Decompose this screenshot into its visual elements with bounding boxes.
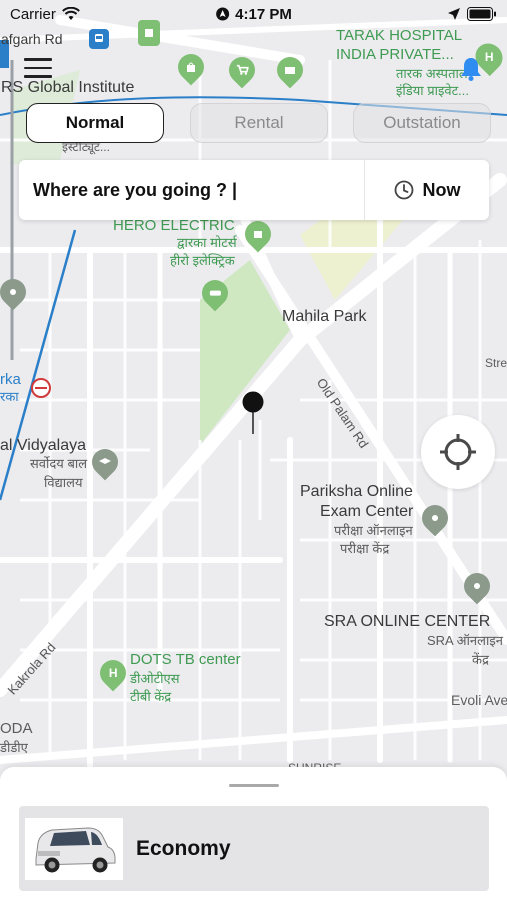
map-label-hero-hindi: द्वारका मोटर्स <box>177 235 237 250</box>
bus-stop-marker[interactable] <box>89 29 109 49</box>
map-label-pariksha-hindi-2: परीक्षा केंद्र <box>340 541 390 556</box>
map-label-sra-center: SRA ONLINE CENTER <box>324 613 491 630</box>
map-label-evoli: Evoli Ave <box>451 692 507 708</box>
status-time: 4:17 PM <box>235 5 292 23</box>
vehicle-name: Economy <box>136 836 231 860</box>
destination-search-box: Now <box>19 160 489 220</box>
vehicle-image <box>25 817 123 880</box>
location-arrow-icon <box>448 8 460 20</box>
map-label-hero-hindi-2: हीरो इलेक्ट्रिक <box>170 253 235 268</box>
schedule-time-label: Now <box>422 179 461 200</box>
map-label-oda: ODA <box>0 720 33 737</box>
map-label-tarak-hindi-2: इंडिया प्राइवेट... <box>396 83 469 98</box>
place-dot-icon <box>432 515 438 521</box>
store-icon <box>285 67 295 74</box>
map-label-street: Stre <box>485 356 507 370</box>
map-label-road: afgarh Rd <box>1 31 63 47</box>
hospital-icon: H <box>108 666 118 681</box>
map-label-vidyalaya-hindi: सर्वोदय बाल <box>30 456 88 471</box>
wifi-icon <box>61 7 80 20</box>
tab-outstation[interactable]: Outstation <box>353 103 491 143</box>
car-icon <box>35 826 116 872</box>
map-label-pariksha: Pariksha Online <box>300 483 413 500</box>
poi-icon <box>145 29 153 37</box>
car-dealer-icon <box>209 291 221 296</box>
crosshair-gps-icon <box>440 434 476 470</box>
map-label-oda-hindi: डीडीए <box>0 740 28 755</box>
map-label-mahila-park: Mahila Park <box>282 308 367 325</box>
map-label-dwarka-hindi: रका <box>0 389 19 404</box>
notification-bell-icon[interactable] <box>459 56 483 82</box>
carrier-label: Carrier <box>10 5 56 23</box>
battery-icon <box>467 7 496 21</box>
place-dot-icon <box>10 289 16 295</box>
bus-icon <box>95 34 103 42</box>
pickup-location-pin[interactable] <box>241 390 265 436</box>
graduation-cap-icon <box>99 458 111 464</box>
map-label-dots-hindi: डीओटीएस <box>130 671 180 686</box>
map-label-tarak-hindi: तारक अस्पताल <box>396 66 468 81</box>
map-label-sra-hindi-2: केंद्र <box>472 652 489 667</box>
map-label-dwarka: rka <box>0 371 21 388</box>
vehicle-selection-sheet: Economy <box>0 767 507 900</box>
shopping-cart-icon <box>236 65 249 76</box>
map-label-institute: RS Global Institute <box>1 79 135 96</box>
tab-normal[interactable]: Normal <box>26 103 164 143</box>
map-label-exam-center: Exam Center <box>320 503 414 520</box>
map-label-tarak-hospital-2: INDIA PRIVATE... <box>336 46 454 63</box>
metro-station-marker[interactable] <box>31 378 51 398</box>
hamburger-menu-icon[interactable] <box>24 58 52 80</box>
map-label-dots-hindi-2: टीबी केंद्र <box>130 689 172 704</box>
schedule-time-button[interactable]: Now <box>365 160 489 220</box>
clock-icon <box>394 180 413 200</box>
map-label-tarak-hospital: TARAK HOSPITAL <box>336 27 463 44</box>
current-location-button[interactable] <box>421 415 495 489</box>
destination-search-input[interactable] <box>19 160 364 220</box>
shop-icon <box>254 231 262 238</box>
place-dot-icon <box>474 583 480 589</box>
map-label-pariksha-hindi: परीक्षा ऑनलाइन <box>334 523 413 538</box>
hospital-icon: H <box>484 50 494 65</box>
map-label-vidyalaya: al Vidyalaya <box>0 437 86 454</box>
map-pin-icon <box>242 391 264 434</box>
sheet-drag-handle[interactable] <box>229 784 279 787</box>
vehicle-option-economy[interactable]: Economy <box>19 806 489 891</box>
map-label-dots-tb: DOTS TB center <box>130 651 241 668</box>
tab-rental[interactable]: Rental <box>190 103 328 143</box>
status-bar: Carrier 4:17 PM <box>0 0 507 28</box>
metro-icon <box>35 387 47 389</box>
shopping-bag-icon <box>187 62 195 72</box>
location-services-icon <box>215 7 229 21</box>
map-label-sra-hindi: SRA ऑनलाइन <box>427 633 503 648</box>
map-label-vidyalaya-hindi-2: विद्यालय <box>44 475 83 490</box>
